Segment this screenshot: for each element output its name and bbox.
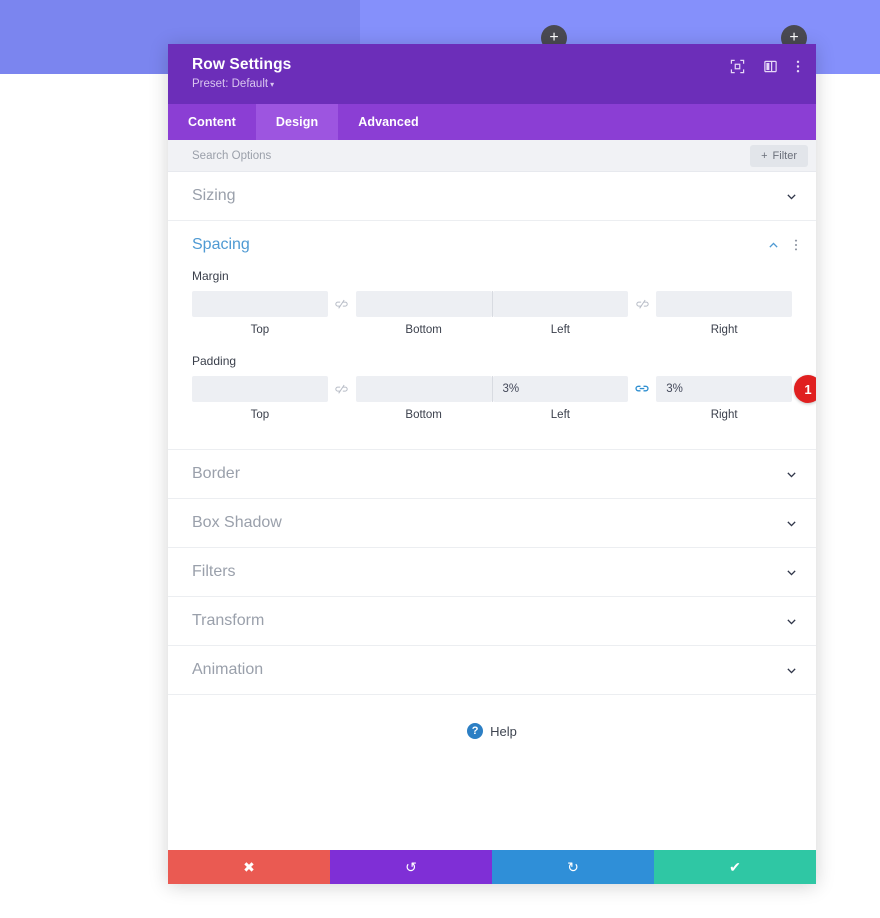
- margin-top-bottom-group: Top Bottom: [192, 291, 492, 336]
- padding-left-wrap: Left: [493, 376, 629, 421]
- modal-header: Row Settings Preset: Default▾: [168, 44, 816, 104]
- search-input[interactable]: [192, 150, 750, 162]
- help-link[interactable]: ? Help: [168, 695, 816, 765]
- padding-right-label: Right: [711, 409, 738, 421]
- more-vertical-icon[interactable]: [796, 59, 800, 74]
- padding-top-wrap: Top: [192, 376, 328, 421]
- check-icon: ✔: [729, 859, 741, 876]
- section-title: Spacing: [192, 236, 767, 254]
- section-header-box-shadow[interactable]: Box Shadow: [168, 499, 816, 547]
- padding-right-input[interactable]: [656, 376, 792, 402]
- padding-left-right-link-icon[interactable]: [628, 376, 656, 402]
- padding-bottom-input[interactable]: [356, 376, 492, 402]
- section-title: Box Shadow: [192, 514, 785, 532]
- margin-right-wrap: Right: [656, 291, 792, 336]
- redo-button[interactable]: ↻: [492, 850, 654, 884]
- section-header-spacing[interactable]: Spacing: [168, 221, 816, 269]
- save-button[interactable]: ✔: [654, 850, 816, 884]
- margin-top-label: Top: [251, 324, 270, 336]
- preset-label: Preset: Default: [192, 78, 268, 90]
- margin-top-bottom-link-icon[interactable]: [328, 291, 356, 317]
- margin-field-group: Top Bottom: [192, 291, 792, 336]
- section-header-transform[interactable]: Transform: [168, 597, 816, 645]
- redo-icon: ↻: [567, 859, 579, 876]
- padding-field-group: Top Bottom: [192, 376, 792, 421]
- section-header-filters[interactable]: Filters: [168, 548, 816, 596]
- section-header-sizing[interactable]: Sizing: [168, 172, 816, 220]
- tab-bar: Content Design Advanced: [168, 104, 816, 140]
- focus-icon[interactable]: [730, 59, 745, 74]
- chevron-down-icon[interactable]: [785, 566, 798, 579]
- margin-right-input[interactable]: [656, 291, 792, 317]
- close-icon: ✖: [243, 859, 255, 876]
- settings-body: Sizing Spacing Mar: [168, 172, 816, 850]
- margin-top-wrap: Top: [192, 291, 328, 336]
- margin-label: Margin: [192, 269, 792, 283]
- margin-bottom-input[interactable]: [356, 291, 492, 317]
- chevron-down-icon[interactable]: [785, 468, 798, 481]
- chevron-down-icon[interactable]: [785, 517, 798, 530]
- section-options-icon[interactable]: [794, 238, 798, 252]
- tab-design[interactable]: Design: [256, 104, 338, 140]
- filter-button[interactable]: + Filter: [750, 145, 808, 167]
- section-title: Sizing: [192, 187, 785, 205]
- preset-selector[interactable]: Preset: Default▾: [192, 78, 798, 90]
- undo-button[interactable]: ↺: [330, 850, 492, 884]
- question-mark-icon: ?: [467, 723, 483, 739]
- chevron-down-icon[interactable]: [785, 190, 798, 203]
- plus-icon: +: [761, 150, 767, 162]
- status-badge: 1: [794, 375, 816, 403]
- padding-bottom-label: Bottom: [405, 409, 441, 421]
- margin-left-right-group: Left Right: [493, 291, 793, 336]
- header-icon-group: [730, 59, 800, 74]
- padding-top-input[interactable]: [192, 376, 328, 402]
- modal-footer: ✖ ↺ ↻ ✔: [168, 850, 816, 884]
- padding-left-label: Left: [551, 409, 570, 421]
- section-title: Filters: [192, 563, 785, 581]
- padding-top-label: Top: [251, 409, 270, 421]
- tab-advanced[interactable]: Advanced: [338, 104, 439, 140]
- margin-right-label: Right: [711, 324, 738, 336]
- margin-bottom-label: Bottom: [405, 324, 441, 336]
- search-options-bar: + Filter: [168, 140, 816, 172]
- section-border: Border: [168, 450, 816, 499]
- cancel-button[interactable]: ✖: [168, 850, 330, 884]
- padding-top-bottom-link-icon[interactable]: [328, 376, 356, 402]
- filter-button-label: Filter: [773, 150, 797, 162]
- section-title: Border: [192, 465, 785, 483]
- help-label: Help: [490, 724, 517, 739]
- panel-layout-icon[interactable]: [763, 59, 778, 74]
- padding-left-input[interactable]: [493, 376, 629, 402]
- section-spacing: Spacing Margin Top: [168, 221, 816, 450]
- spacing-fields: Margin Top: [168, 269, 816, 449]
- row-settings-modal: Row Settings Preset: Default▾: [168, 44, 816, 884]
- chevron-down-icon[interactable]: [785, 615, 798, 628]
- undo-icon: ↺: [405, 859, 417, 876]
- tab-content[interactable]: Content: [168, 104, 256, 140]
- chevron-down-icon[interactable]: [785, 664, 798, 677]
- section-transform: Transform: [168, 597, 816, 646]
- section-title: Animation: [192, 661, 785, 679]
- chevron-up-icon[interactable]: [767, 239, 780, 252]
- section-header-animation[interactable]: Animation: [168, 646, 816, 694]
- padding-top-bottom-group: Top Bottom: [192, 376, 492, 421]
- margin-left-right-link-icon[interactable]: [628, 291, 656, 317]
- section-title: Transform: [192, 612, 785, 630]
- padding-label: Padding: [192, 354, 792, 368]
- chevron-down-icon: ▾: [270, 80, 274, 89]
- section-animation: Animation: [168, 646, 816, 695]
- margin-left-input[interactable]: [493, 291, 629, 317]
- page-title: Row Settings: [192, 56, 798, 74]
- padding-left-right-group: Left Right 1: [493, 376, 793, 421]
- margin-left-wrap: Left: [493, 291, 629, 336]
- section-header-border[interactable]: Border: [168, 450, 816, 498]
- margin-bottom-wrap: Bottom: [356, 291, 492, 336]
- section-box-shadow: Box Shadow: [168, 499, 816, 548]
- margin-top-input[interactable]: [192, 291, 328, 317]
- section-filters: Filters: [168, 548, 816, 597]
- section-sizing: Sizing: [168, 172, 816, 221]
- margin-left-label: Left: [551, 324, 570, 336]
- padding-right-wrap: Right: [656, 376, 792, 421]
- padding-bottom-wrap: Bottom: [356, 376, 492, 421]
